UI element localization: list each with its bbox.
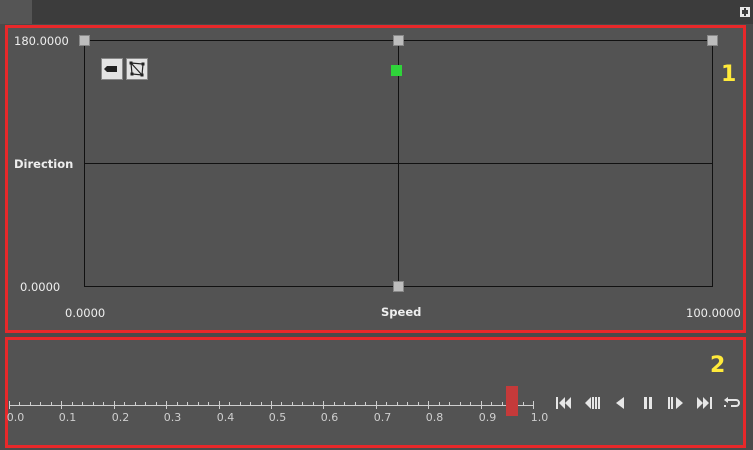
label-tool-button[interactable]: [101, 58, 123, 80]
ruler-tick: [481, 401, 482, 409]
ruler-tick: [407, 402, 408, 406]
ruler-tick: [19, 402, 20, 406]
ruler-tick: [502, 402, 503, 406]
top-bar: [0, 0, 753, 24]
ruler-tick: [166, 401, 167, 409]
ruler-tick: [93, 402, 94, 406]
ruler-label: 0.5: [268, 411, 287, 424]
timeline-playhead[interactable]: [506, 386, 519, 416]
grid-point-top-center[interactable]: [393, 35, 404, 46]
ruler-label: 0.3: [163, 411, 182, 424]
ruler-tick: [124, 402, 125, 406]
panel-1-badge: 1: [721, 62, 737, 87]
ruler-tick: [40, 402, 41, 406]
ruler-tick: [61, 401, 62, 409]
ruler-tick: [240, 402, 241, 406]
label-tool-icon: [104, 66, 117, 72]
ruler-tick: [82, 402, 83, 406]
ruler-tick: [439, 402, 440, 406]
ruler-label: 0.9: [478, 411, 497, 424]
ruler-tick: [51, 402, 52, 406]
ruler-tick: [145, 402, 146, 406]
grid-point-top-left[interactable]: [79, 35, 90, 46]
ruler-tick: [386, 402, 387, 406]
ruler-tick: [365, 402, 366, 406]
ruler-tick: [460, 402, 461, 406]
ruler-tick: [428, 401, 429, 409]
ruler-label: 0.1: [58, 411, 77, 424]
skip-to-start-icon[interactable]: [554, 394, 574, 412]
ruler-tick: [271, 401, 272, 409]
ruler-tick: [323, 401, 324, 409]
panel-2-badge: 2: [710, 353, 726, 378]
ruler-label: 0.2: [111, 411, 130, 424]
ruler-tick: [9, 401, 10, 409]
ruler-label: 0.4: [216, 411, 235, 424]
mesh-tool-icon: [129, 61, 145, 77]
ruler-tick: [177, 402, 178, 406]
ruler-tick: [135, 402, 136, 406]
ruler-tick: [491, 402, 492, 406]
ruler-label: 0.6: [320, 411, 339, 424]
skip-to-end-icon[interactable]: [694, 394, 714, 412]
ruler-tick: [292, 402, 293, 406]
ruler-tick: [418, 402, 419, 406]
loop-icon[interactable]: [721, 394, 741, 412]
ruler-tick: [533, 401, 534, 409]
ruler-tick: [376, 401, 377, 409]
ruler-tick: [334, 402, 335, 406]
ruler-tick: [156, 402, 157, 406]
step-back-icon[interactable]: [582, 394, 602, 412]
ruler-tick: [281, 402, 282, 406]
y-axis-max-label: 180.0000: [14, 34, 69, 48]
ruler-tick: [229, 402, 230, 406]
ruler-tick: [397, 402, 398, 406]
y-axis-min-label: 0.0000: [20, 280, 61, 294]
ruler-tick: [261, 402, 262, 406]
ruler-label: 0.0: [6, 411, 25, 424]
ruler-tick: [250, 402, 251, 406]
ruler-tick: [187, 402, 188, 406]
mesh-tool-button[interactable]: [126, 58, 148, 80]
step-forward-icon[interactable]: [666, 394, 686, 412]
ruler-tick: [523, 402, 524, 406]
ruler-tick: [313, 402, 314, 406]
ruler-tick: [208, 402, 209, 406]
ruler-tick: [30, 402, 31, 406]
ruler-label: 0.7: [373, 411, 392, 424]
ruler-label: 1.0: [530, 411, 549, 424]
grid-point-top-right[interactable]: [707, 35, 718, 46]
ruler-tick: [302, 402, 303, 406]
x-axis-label: Speed: [381, 305, 422, 319]
ruler-tick: [219, 401, 220, 409]
ruler-label: 0.8: [425, 411, 444, 424]
x-axis-min-label: 0.0000: [65, 306, 106, 320]
grid-vertical-line: [398, 40, 399, 287]
ruler-tick: [103, 402, 104, 406]
ruler-tick: [72, 402, 73, 406]
window-tab[interactable]: [0, 0, 32, 24]
sample-point[interactable]: [391, 65, 402, 76]
ruler-tick: [355, 402, 356, 406]
ruler-tick: [449, 402, 450, 406]
grid-point-bottom-center[interactable]: [393, 281, 404, 292]
ruler-tick: [470, 402, 471, 406]
pin-icon[interactable]: [739, 6, 751, 18]
ruler-tick: [114, 401, 115, 409]
y-axis-label: Direction: [14, 157, 74, 171]
ruler-tick: [198, 402, 199, 406]
x-axis-max-label: 100.0000: [686, 306, 741, 320]
ruler-tick: [344, 402, 345, 406]
pause-icon[interactable]: [638, 394, 658, 412]
timeline-panel: [5, 337, 746, 448]
play-backward-icon[interactable]: [610, 394, 630, 412]
